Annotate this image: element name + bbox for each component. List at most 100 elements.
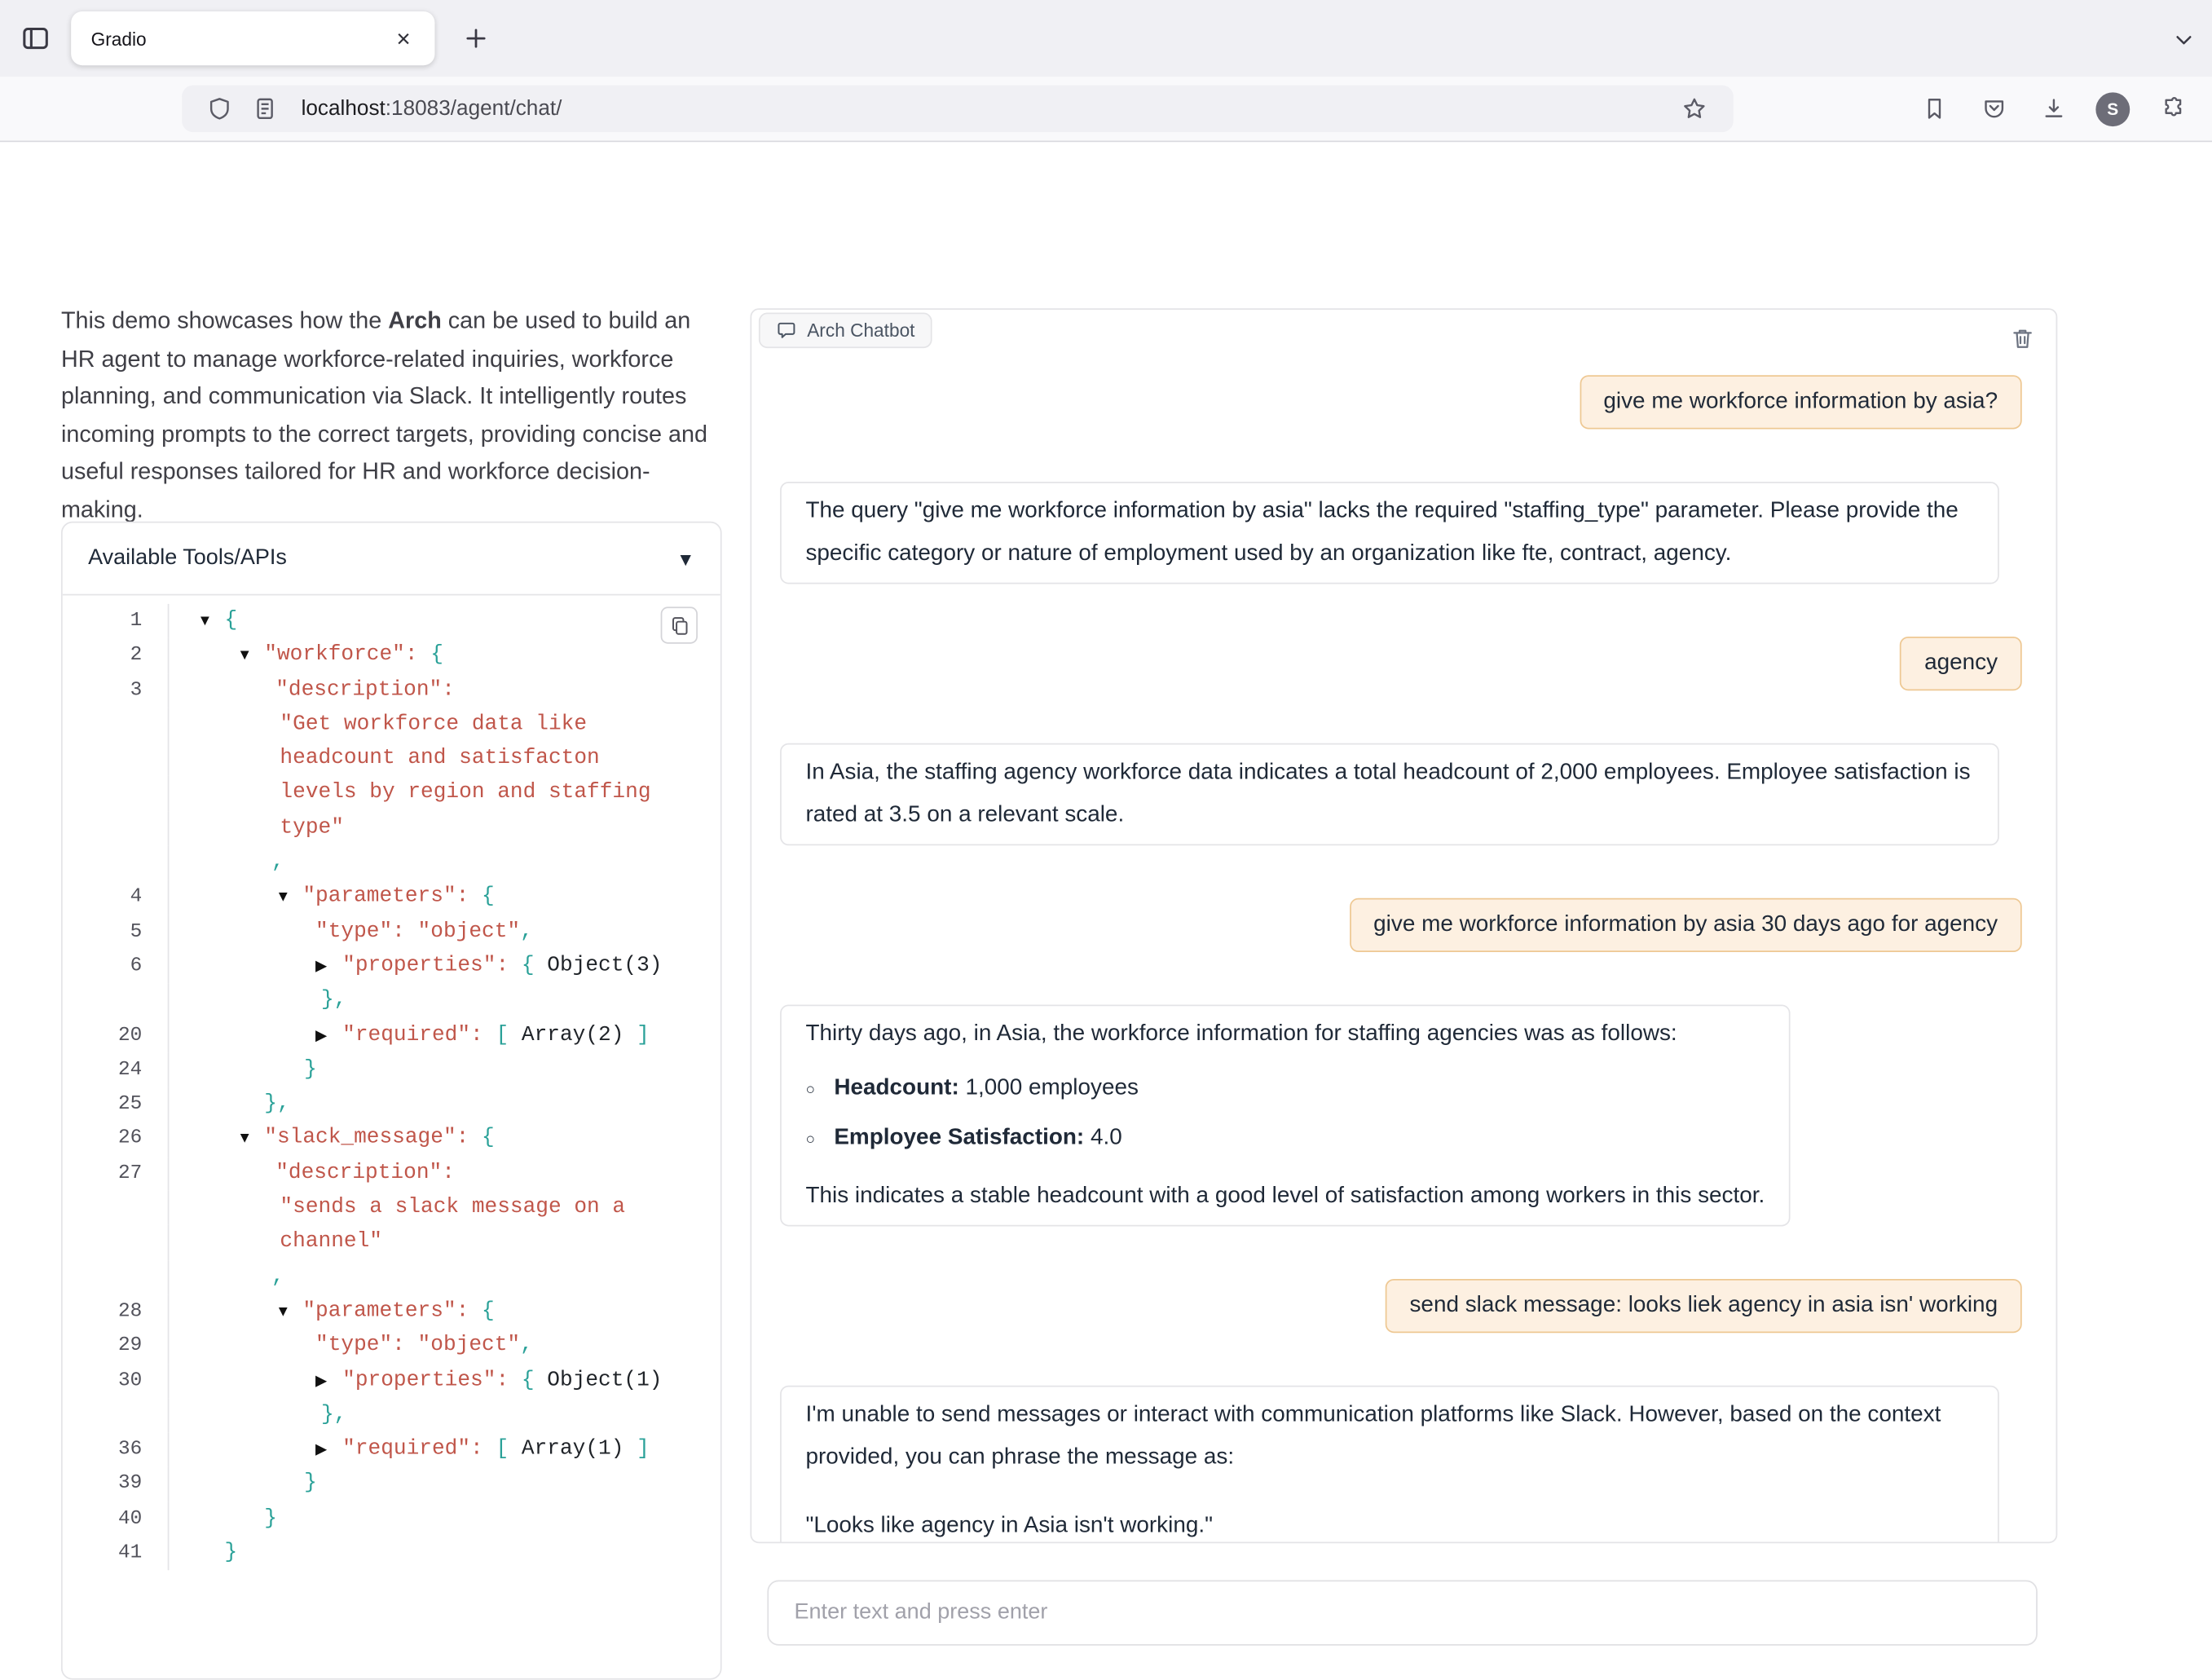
json-line: 40}: [63, 1501, 720, 1536]
json-token: Array(2): [509, 1022, 637, 1047]
bullet-label: Employee Satisfaction:: [834, 1126, 1084, 1150]
chat-input[interactable]: [767, 1581, 2038, 1646]
firefox-view-icon[interactable]: [14, 17, 56, 60]
json-token: ,: [520, 1334, 533, 1358]
json-line: },: [63, 984, 720, 1018]
bullet-icon: ○: [805, 1118, 834, 1161]
bookmarks-icon[interactable]: [1914, 89, 1954, 129]
tab-close-icon[interactable]: ×: [386, 21, 421, 55]
collapse-arrow-icon[interactable]: ▶: [315, 1018, 342, 1052]
json-line-number: 1: [63, 604, 168, 638]
json-line-number: 40: [63, 1501, 168, 1536]
bot-message: Thirty days ago, in Asia, the workforce …: [780, 1005, 1791, 1227]
json-line-number: 28: [63, 1294, 168, 1329]
collapse-arrow-icon[interactable]: ▶: [315, 1432, 342, 1466]
download-icon[interactable]: [2034, 89, 2073, 129]
json-token: "workforce":: [264, 642, 430, 667]
json-line-number: 26: [63, 1122, 168, 1156]
url-text[interactable]: localhost:18083/agent/chat/: [302, 97, 562, 121]
json-code: 1▼{2▼"workforce": {3"description":"Get w…: [63, 604, 720, 1571]
json-token: ,: [271, 1264, 284, 1289]
expand-arrow-icon[interactable]: ▼: [237, 638, 264, 672]
collapse-arrow-icon[interactable]: ▶: [315, 949, 342, 983]
expand-arrow-icon[interactable]: ▼: [197, 604, 224, 638]
json-token: }: [224, 1541, 237, 1565]
browser-nav-bar: localhost:18083/agent/chat/: [0, 77, 2212, 142]
json-token: "required":: [342, 1437, 496, 1462]
json-line: 2▼"workforce": {: [63, 638, 720, 672]
list-all-tabs-icon[interactable]: [2164, 20, 2204, 60]
json-token: Object(1): [535, 1368, 663, 1392]
json-token: "object": [418, 919, 521, 943]
json-line-number: 30: [63, 1364, 168, 1398]
json-line: type": [63, 811, 720, 845]
json-line-number: [63, 984, 168, 1018]
extensions-icon[interactable]: [2153, 89, 2192, 129]
json-line: ,: [63, 845, 720, 880]
expand-arrow-icon[interactable]: ▼: [275, 1294, 302, 1329]
json-line: 20▶"required": [ Array(2) ]: [63, 1018, 720, 1052]
json-line: 41}: [63, 1537, 720, 1571]
json-token: [: [496, 1437, 509, 1462]
bullet-value: 1,000 employees: [965, 1076, 1138, 1100]
expand-arrow-icon[interactable]: ▼: [275, 880, 302, 915]
new-tab-button[interactable]: [455, 17, 497, 60]
json-line-number: [63, 1260, 168, 1294]
json-token: },: [321, 988, 346, 1012]
json-line: },: [63, 1398, 720, 1432]
json-token: ,: [271, 850, 284, 875]
bullet-value: 4.0: [1091, 1126, 1122, 1150]
collapse-arrow-icon[interactable]: ▶: [315, 1364, 342, 1398]
json-line: 4▼"parameters": {: [63, 880, 720, 915]
json-line: 28▼"parameters": {: [63, 1294, 720, 1329]
json-line-number: 29: [63, 1329, 168, 1363]
json-token: {: [522, 1368, 535, 1392]
chat-bubble-icon: [776, 320, 797, 341]
json-viewer: 1▼{2▼"workforce": {3"description":"Get w…: [63, 594, 720, 1680]
json-line-number: [63, 777, 168, 811]
clear-chat-button[interactable]: [2005, 321, 2039, 355]
account-icon[interactable]: S: [2093, 89, 2133, 129]
json-line-number: [63, 708, 168, 742]
json-line: headcount and satisfacton: [63, 742, 720, 776]
expand-arrow-icon[interactable]: ▼: [237, 1122, 264, 1156]
chat-messages: give me workforce information by asia? T…: [751, 310, 2056, 1541]
json-line: 30 ▶"properties": { Object(1): [63, 1364, 720, 1398]
browser-tab[interactable]: Gradio ×: [71, 11, 434, 65]
json-token: ]: [637, 1022, 650, 1047]
chatbot-panel: Arch Chatbot give me workforce informati…: [750, 308, 2057, 1543]
pocket-icon[interactable]: [1973, 89, 2013, 129]
tab-title: Gradio: [91, 28, 387, 49]
list-item: ○Headcount: 1,000 employees: [805, 1067, 1765, 1111]
bookmark-star-icon[interactable]: [1674, 89, 1714, 129]
json-line-number: [63, 1191, 168, 1225]
json-line: 1 ▼{: [63, 604, 720, 638]
copy-button[interactable]: [661, 606, 698, 643]
bot-message-intro: Thirty days ago, in Asia, the workforce …: [805, 1013, 1765, 1056]
json-line: 6▶"properties": { Object(3): [63, 949, 720, 983]
json-token: "required":: [342, 1022, 496, 1047]
json-line-number: 5: [63, 915, 168, 949]
tools-panel-header[interactable]: Available Tools/APIs ▼: [63, 523, 720, 594]
json-line-number: 25: [63, 1087, 168, 1122]
json-line-number: 20: [63, 1018, 168, 1052]
json-token: "properties":: [342, 1368, 522, 1392]
json-token: channel": [280, 1230, 382, 1254]
json-token: {: [482, 884, 495, 909]
shield-icon[interactable]: [199, 89, 239, 129]
caret-down-icon[interactable]: ▼: [676, 548, 694, 569]
json-token: "parameters":: [302, 884, 482, 909]
url-path: :18083/agent/chat/: [386, 97, 562, 121]
json-line-number: 36: [63, 1432, 168, 1466]
account-initial: S: [2095, 91, 2130, 126]
url-bar[interactable]: localhost:18083/agent/chat/: [182, 86, 1734, 133]
browser-tab-strip: Gradio ×: [0, 0, 2212, 77]
user-message: give me workforce information by asia 30…: [1350, 898, 2022, 952]
json-line-number: [63, 811, 168, 845]
json-line-number: 24: [63, 1053, 168, 1087]
page-info-icon[interactable]: [245, 89, 284, 129]
json-line-number: 6: [63, 949, 168, 983]
json-token: {: [224, 608, 237, 633]
bot-message: I'm unable to send messages or interact …: [780, 1386, 1999, 1542]
json-line: 5"type": "object",: [63, 915, 720, 949]
